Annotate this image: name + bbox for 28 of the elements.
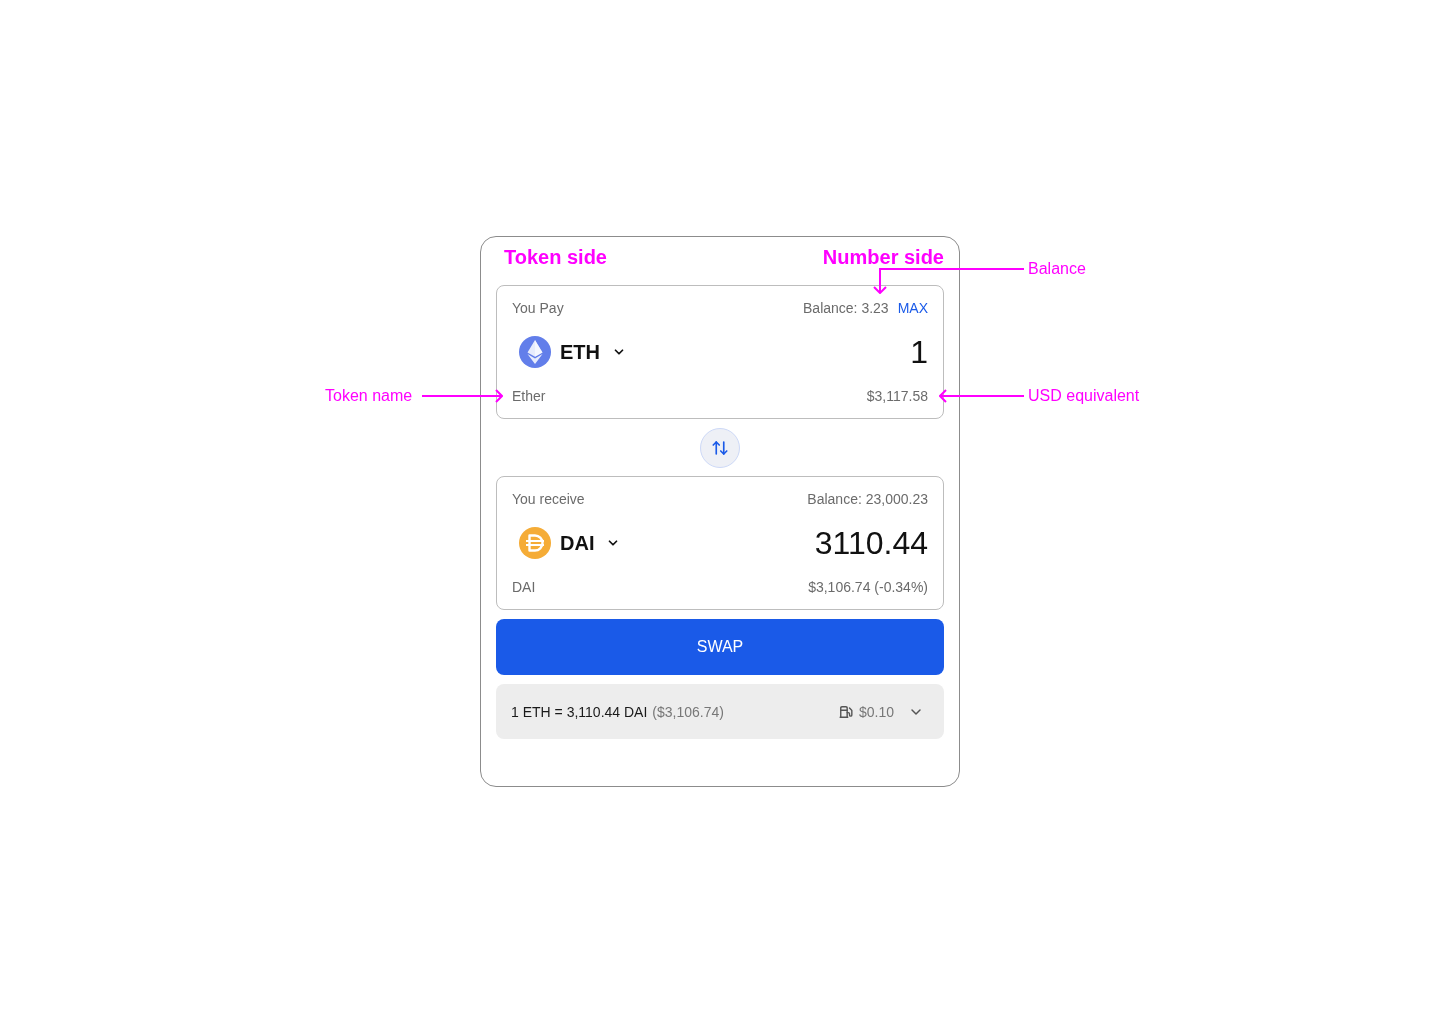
annotation-label: USD equivalent [1028, 386, 1140, 406]
swap-button[interactable]: SWAP [496, 619, 944, 675]
exchange-rate: 1 ETH = 3,110.44 DAI [511, 702, 648, 722]
annotation-label: Token name [325, 386, 413, 406]
token-selector[interactable]: ETH [512, 336, 626, 368]
annotation-heading: Number side [822, 245, 944, 269]
gas-pump-icon [838, 704, 853, 719]
swap-direction-button[interactable] [700, 427, 740, 468]
rate-usd-value: ($3,106.74) [652, 702, 724, 722]
annotation-heading: Token side [504, 245, 607, 269]
panel-label: You receive [512, 490, 585, 509]
amount-input[interactable]: 3110.44 [814, 523, 928, 563]
token-name: DAI [512, 578, 536, 597]
token-selector[interactable]: DAI [512, 527, 621, 559]
token-name: Ether [512, 387, 546, 406]
gas-fee: $0.10 [858, 702, 894, 722]
dai-logo-icon [519, 527, 551, 559]
rate-details-bar[interactable]: 1 ETH = 3,110.44 DAI ($3,106.74) $0.10 [496, 684, 944, 739]
arrows-up-down-icon [711, 438, 729, 457]
balance-text: Balance: 23,000.23 [807, 490, 928, 509]
balance-text: Balance: 3.23 [803, 299, 889, 318]
usd-value: $3,117.58 [866, 387, 928, 406]
annotation-label: Balance [1028, 259, 1086, 279]
max-button[interactable]: MAX [897, 298, 928, 318]
panel-label: You Pay [512, 299, 564, 318]
usd-value: $3,106.74 (-0.34%) [808, 578, 928, 597]
amount-input[interactable]: 1 [910, 332, 928, 372]
diamond-logo-icon [519, 336, 551, 368]
